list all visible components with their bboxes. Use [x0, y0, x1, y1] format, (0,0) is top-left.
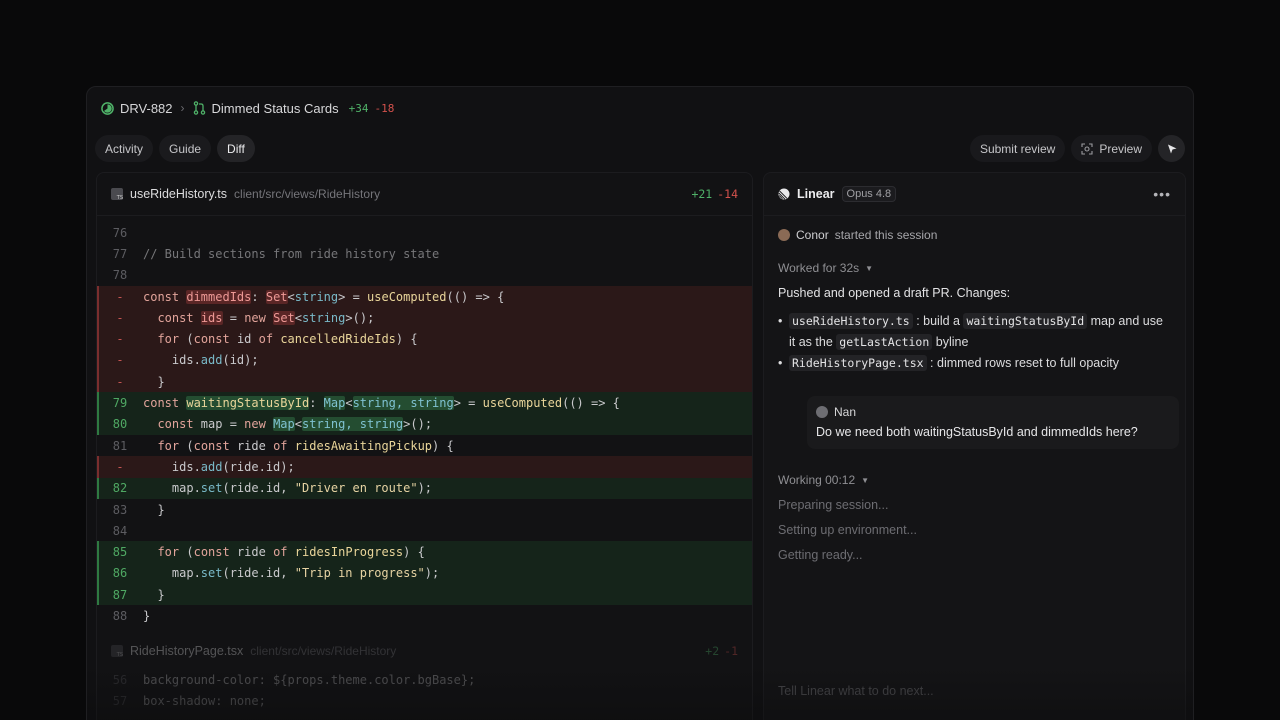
chevron-right-icon: › — [180, 101, 185, 115]
inline-code: waitingStatusById — [963, 313, 1088, 329]
agent-panel: Linear Opus 4.8 ••• Conor started this s… — [763, 172, 1186, 720]
file-stats: +2 -1 — [705, 644, 738, 658]
caret-down-icon: ▼ — [861, 475, 870, 485]
change-text: map and — [1090, 314, 1140, 328]
agent-name: Linear — [797, 187, 835, 201]
inline-code: useRideHistory.ts — [789, 313, 913, 329]
worked-for-toggle[interactable]: Worked for 32s ▼ — [778, 261, 1171, 275]
comment-text: Do we need both waitingStatusById and di… — [816, 425, 1138, 439]
composer-placeholder: Tell Linear what to do next... — [778, 684, 934, 698]
linear-logo-icon — [778, 188, 790, 200]
inline-code: getLastAction — [836, 334, 933, 350]
code-view: 76 77// Build sections from ride history… — [97, 216, 752, 627]
code-line-added[interactable]: 85 for (const ride of ridesInProgress) { — [97, 541, 752, 564]
code-line-removed[interactable]: - const ids = new Set<string>(); — [97, 307, 752, 329]
working-label: Working 00:12 — [778, 473, 856, 487]
file-path: client/src/views/RideHistory — [234, 187, 381, 201]
code-line-removed[interactable]: - } — [97, 371, 752, 393]
comment-author: Nan — [816, 405, 1170, 419]
code-line[interactable]: 57 box-shadow: none; — [97, 690, 752, 711]
cursor-icon — [1167, 144, 1176, 153]
file-additions: +2 — [705, 644, 720, 658]
file-name: useRideHistory.ts — [130, 187, 228, 201]
session-start: Conor started this session — [778, 228, 1171, 242]
session-text: started this session — [834, 228, 938, 242]
pull-request-icon — [193, 101, 205, 115]
working-status-toggle[interactable]: Working 00:12 ▼ — [778, 473, 1171, 487]
file-header[interactable]: useRideHistory.ts client/src/views/RideH… — [97, 173, 752, 216]
code-line[interactable]: 88} — [97, 605, 752, 626]
issue-id[interactable]: DRV-882 — [120, 101, 173, 116]
view-tabs: Activity Guide Diff — [95, 135, 255, 162]
change-text: : dimmed rows reset to full opacity — [930, 356, 1120, 370]
pr-title[interactable]: Dimmed Status Cards — [212, 101, 339, 116]
review-window: DRV-882 › Dimmed Status Cards +34 -18 Ac… — [86, 86, 1194, 720]
code-line[interactable]: 78 — [97, 265, 752, 286]
code-line[interactable]: 83 } — [97, 499, 752, 520]
code-line-added[interactable]: 80 const map = new Map<string, string>()… — [97, 413, 752, 436]
issue-status-icon — [101, 101, 114, 115]
preview-label: Preview — [1099, 141, 1142, 156]
code-line-removed[interactable]: - ids.add(id); — [97, 349, 752, 372]
pr-additions: +34 — [348, 101, 369, 115]
change-text: byline — [935, 335, 969, 349]
comment-author-name: Nan — [834, 405, 857, 419]
changes-list: useRideHistory.ts : build a waitingStatu… — [778, 311, 1171, 374]
code-line-removed[interactable]: - for (const id of cancelledRideIds) { — [97, 328, 752, 351]
list-item: RideHistoryPage.tsx : dimmed rows reset … — [778, 353, 1171, 374]
tab-guide[interactable]: Guide — [159, 135, 212, 162]
file-name: RideHistoryPage.tsx — [130, 644, 244, 658]
change-text: : build a — [916, 314, 960, 328]
summary-text: Pushed and opened a draft PR. Changes: — [778, 286, 1011, 300]
code-line-removed[interactable]: - ids.add(ride.id); — [97, 456, 752, 478]
diff-pane: useRideHistory.ts client/src/views/RideH… — [96, 172, 753, 720]
progress-step: Preparing session... — [778, 498, 889, 512]
file-deletions: -1 — [724, 644, 738, 658]
file-header[interactable]: RideHistoryPage.tsx client/src/views/Rid… — [97, 633, 752, 669]
typescript-file-icon — [111, 188, 123, 201]
code-line-removed[interactable]: - const dimmedIds: Set<string> = useCompu… — [97, 285, 752, 308]
submit-review-label: Submit review — [979, 141, 1056, 156]
code-line[interactable]: 84 — [97, 520, 752, 541]
conversation: Conor started this session Worked for 32… — [778, 228, 1179, 562]
header-actions: Submit review Preview — [969, 135, 1185, 162]
code-line-added[interactable]: 86 map.set(ride.id, "Trip in progress"); — [97, 562, 752, 585]
model-badge[interactable]: Opus 4.8 — [841, 186, 897, 202]
pr-deletions: -18 — [374, 101, 395, 115]
code-line-added[interactable]: 87 } — [97, 584, 752, 606]
typescript-file-icon — [111, 645, 123, 658]
inline-code: RideHistoryPage.tsx — [789, 355, 927, 371]
tab-diff[interactable]: Diff — [217, 135, 255, 162]
code-line[interactable]: 56 background-color: ${props.theme.color.… — [97, 669, 752, 690]
message-composer[interactable]: Tell Linear what to do next... — [778, 678, 1171, 720]
agent-header: Linear Opus 4.8 ••• — [764, 173, 1185, 216]
code-line[interactable]: 81 for (const ride of ridesAwaitingPicku… — [97, 435, 752, 456]
code-line[interactable]: 77// Build sections from ride history st… — [97, 243, 752, 264]
progress-step: Setting up environment... — [778, 523, 917, 537]
breadcrumb: DRV-882 › Dimmed Status Cards +34 -18 — [101, 99, 394, 117]
avatar — [816, 406, 828, 418]
session-user: Conor — [796, 228, 829, 242]
file-stats: +21 -14 — [691, 187, 738, 201]
progress-step: Getting ready... — [778, 548, 863, 562]
file-additions: +21 — [691, 187, 713, 201]
preview-button[interactable]: Preview — [1071, 135, 1152, 162]
code-view: 56 background-color: ${props.theme.color.… — [97, 669, 752, 712]
caret-down-icon: ▼ — [865, 263, 874, 273]
preview-icon — [1081, 142, 1093, 155]
submit-review-button[interactable]: Submit review — [969, 135, 1066, 162]
list-item: useRideHistory.ts : build a waitingStatu… — [778, 311, 1171, 353]
more-options-icon[interactable]: ••• — [1153, 186, 1171, 202]
file-path: client/src/views/RideHistory — [250, 644, 397, 658]
tab-activity[interactable]: Activity — [95, 135, 154, 162]
code-line-added[interactable]: 79 const waitingStatusById: Map<string, s… — [97, 392, 752, 414]
worked-for-label: Worked for 32s — [778, 261, 860, 275]
comment-card[interactable]: Nan Do we need both waitingStatusById an… — [807, 396, 1179, 449]
code-line-added[interactable]: 82 map.set(ride.id, "Driver en route"); — [97, 477, 752, 500]
code-line[interactable]: 76 — [97, 222, 752, 243]
file-deletions: -14 — [717, 187, 738, 201]
pointer-tool-button[interactable] — [1158, 135, 1185, 162]
second-file: RideHistoryPage.tsx client/src/views/Rid… — [97, 633, 752, 712]
avatar — [778, 229, 790, 241]
